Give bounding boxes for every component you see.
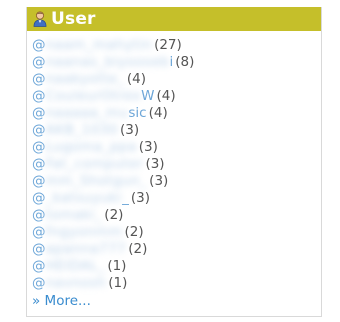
user-list-item[interactable]: @ naakyotte_ (4): [32, 71, 194, 88]
at-symbol[interactable]: @: [32, 190, 46, 207]
mention-count: (8): [175, 54, 195, 70]
at-symbol[interactable]: @: [32, 156, 46, 173]
user-list-item[interactable]: @ AKB_1030 (3): [32, 122, 194, 139]
username-link[interactable]: mm_Shotgun_: [46, 173, 148, 190]
user-widget: User @ naam_mahytin (27) @ naanas_biyooseb i(…: [26, 7, 322, 317]
at-symbol[interactable]: @: [32, 105, 46, 122]
user-list-item[interactable]: @ mm_Shotgun_ (3): [32, 173, 194, 190]
username-link[interactable]: AKB_1030: [46, 122, 118, 139]
username-link[interactable]: naaaaa_mu: [46, 105, 129, 122]
username-link[interactable]: fngyonmm: [46, 224, 123, 241]
username-link[interactable]: Lugoma_ppa: [46, 139, 137, 156]
username-link[interactable]: HEIDAL_: [46, 258, 106, 275]
username-link[interactable]: naam_mahytin: [46, 37, 153, 54]
user-list-item[interactable]: @ CouleurOtrex W (4): [32, 88, 194, 105]
username-link[interactable]: naanas_biyooseb: [46, 54, 170, 71]
at-symbol[interactable]: @: [32, 275, 46, 292]
mention-count: (3): [149, 173, 169, 189]
mention-count: (2): [124, 224, 144, 240]
user-list-item[interactable]: @ naanas_biyooseb i (8): [32, 54, 194, 71]
user-list-item[interactable]: @ navnosh (1): [32, 275, 194, 292]
username-suffix[interactable]: sic: [128, 105, 146, 122]
more-link[interactable]: » More...: [32, 293, 91, 309]
at-symbol[interactable]: @: [32, 37, 46, 54]
at-symbol[interactable]: @: [32, 88, 46, 105]
user-list-item[interactable]: @ Lugoma_ppa (3): [32, 139, 194, 156]
username-link[interactable]: _katsuyuki: [46, 190, 123, 207]
user-list: @ naam_mahytin (27) @ naanas_biyooseb i (8) @ na…: [32, 37, 194, 292]
mention-count: (4): [126, 71, 146, 87]
mention-count: (3): [119, 122, 140, 138]
widget-header: User: [27, 7, 321, 31]
user-list-item[interactable]: @ apanna777 (2): [32, 241, 194, 258]
user-list-item[interactable]: @ naam_mahytin (27): [32, 37, 194, 54]
user-list-item[interactable]: @ Fat_computer (3): [32, 156, 194, 173]
user-list-item[interactable]: @ tomaki_ (2): [32, 207, 194, 224]
at-symbol[interactable]: @: [32, 207, 46, 224]
at-symbol[interactable]: @: [32, 258, 46, 275]
mention-count: (1): [107, 258, 127, 274]
mention-count: (4): [148, 105, 168, 121]
at-symbol[interactable]: @: [32, 224, 46, 241]
username-suffix[interactable]: W: [141, 88, 154, 105]
mention-count: (4): [156, 88, 176, 104]
at-symbol[interactable]: @: [32, 241, 46, 258]
widget-title: User: [51, 9, 96, 29]
username-link[interactable]: navnosh: [46, 275, 107, 292]
username-link[interactable]: naakyotte_: [46, 71, 125, 88]
at-symbol[interactable]: @: [32, 173, 46, 190]
mention-count: (1): [108, 275, 128, 291]
user-icon: [33, 11, 47, 27]
username-link[interactable]: Fat_computer: [46, 156, 144, 173]
username-link[interactable]: tomaki_: [46, 207, 103, 224]
user-list-item[interactable]: @ _katsuyuki _ (3): [32, 190, 194, 207]
at-symbol[interactable]: @: [32, 139, 46, 156]
at-symbol[interactable]: @: [32, 122, 46, 139]
user-list-item[interactable]: @ naaaaa_mu sic (4): [32, 105, 194, 122]
username-suffix[interactable]: i: [169, 54, 173, 71]
mention-count: (2): [104, 207, 124, 223]
username-link[interactable]: CouleurOtrex: [46, 88, 142, 105]
mention-count: (3): [138, 139, 158, 155]
mention-count: (3): [145, 156, 165, 172]
at-symbol[interactable]: @: [32, 54, 46, 71]
mention-count: (2): [128, 241, 148, 257]
at-symbol[interactable]: @: [32, 71, 46, 88]
mention-count: (3): [130, 190, 150, 206]
mention-count: (27): [154, 37, 182, 53]
username-link[interactable]: apanna777: [46, 241, 127, 258]
user-list-item[interactable]: @ HEIDAL_ (1): [32, 258, 194, 275]
username-suffix[interactable]: _: [122, 190, 129, 207]
user-list-item[interactable]: @ fngyonmm (2): [32, 224, 194, 241]
